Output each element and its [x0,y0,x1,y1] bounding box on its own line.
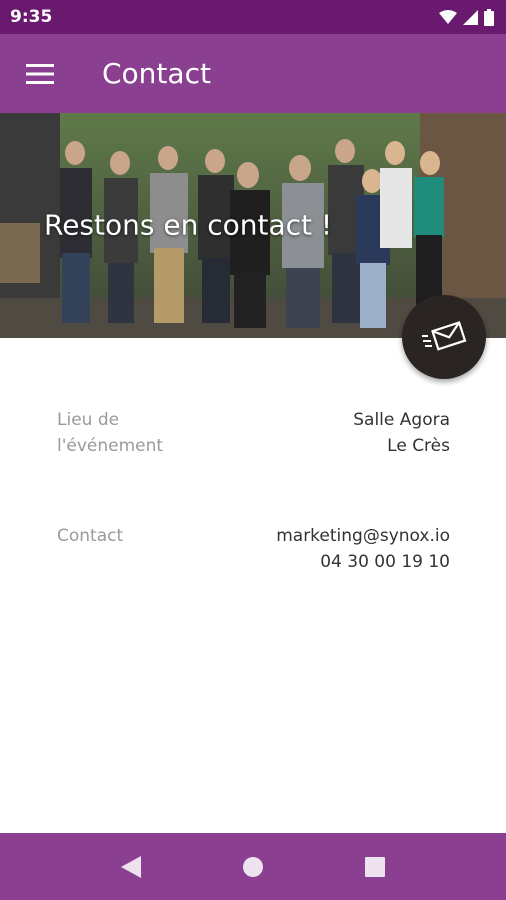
menu-button[interactable] [0,34,80,113]
venue-city: Le Crès [387,436,450,456]
nav-home-button[interactable] [229,843,277,891]
nav-recents-button[interactable] [351,843,399,891]
battery-icon [484,8,494,26]
send-message-fab[interactable] [402,295,486,379]
detail-row-contact: Contact marketing@synox.io 04 30 00 19 1… [57,523,450,575]
detail-label: Lieu de l'événement [57,410,164,456]
page-title: Contact [102,57,211,90]
envelope-send-icon [422,321,467,351]
app-bar: Contact [0,34,506,113]
venue-name: Salle Agora [353,410,450,430]
system-nav-bar [0,833,506,900]
status-bar: 9:35 [0,0,506,34]
home-circle-icon [243,856,263,877]
status-icons [439,8,494,26]
wifi-icon [439,10,457,24]
cellular-signal-icon [463,9,478,25]
detail-label: Contact [57,526,124,546]
hamburger-menu-icon [26,63,54,84]
contact-email[interactable]: marketing@synox.io [276,523,450,549]
nav-back-button[interactable] [107,843,155,891]
contact-phone[interactable]: 04 30 00 19 10 [276,549,450,575]
hero-title: Restons en contact ! [44,208,333,242]
detail-values: marketing@synox.io 04 30 00 19 10 [276,523,450,575]
recents-square-icon [365,856,385,877]
detail-row-venue: Lieu de l'événement Salle Agora Le Crès [57,407,450,459]
detail-values: Salle Agora Le Crès [353,407,450,459]
back-triangle-icon [121,855,141,878]
status-time: 9:35 [10,7,53,27]
